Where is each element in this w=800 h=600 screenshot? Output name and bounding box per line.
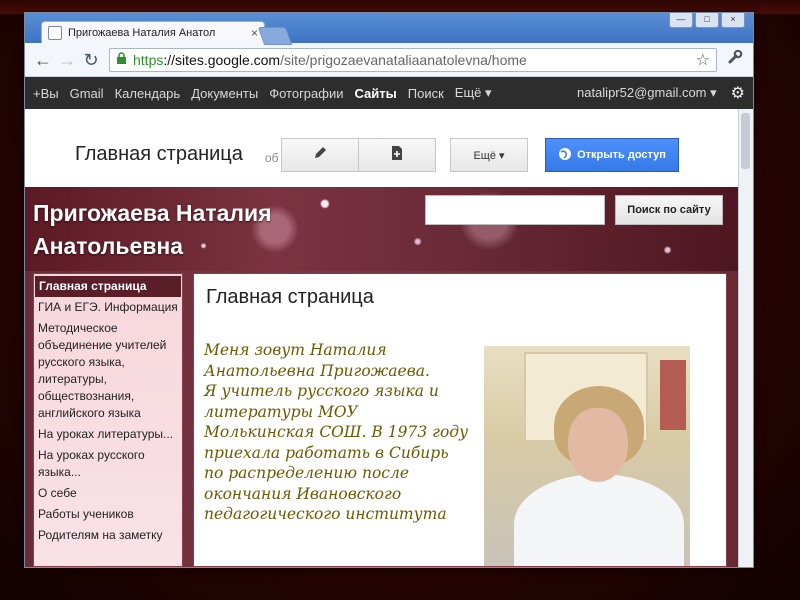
photo-person-face	[568, 408, 628, 482]
gbar-search[interactable]: Поиск	[408, 86, 444, 101]
photo-person-body	[514, 474, 684, 566]
gbar-calendar[interactable]: Календарь	[115, 86, 181, 101]
lock-icon	[116, 51, 127, 68]
sites-page: Главная страница об Ещё ▾ Открыть доступ…	[25, 109, 739, 567]
site-title[interactable]: Пригожаева Наталия Анатольевна	[33, 197, 272, 263]
sidebar-item-about[interactable]: О себе	[34, 483, 182, 504]
new-page-button[interactable]	[359, 138, 436, 172]
maximize-button[interactable]: □	[695, 13, 719, 28]
sidebar-item-home[interactable]: Главная страница	[35, 276, 181, 297]
url-path: /site/prigozaevanataliaanatolevna/home	[280, 51, 527, 68]
edit-button-group	[281, 138, 436, 172]
sidebar-item-literature-lessons[interactable]: На уроках литературы...	[34, 424, 182, 445]
window-controls: — □ ×	[669, 13, 745, 28]
sidebar-item-methodical-association[interactable]: Методическое объединение учителей русско…	[34, 318, 182, 424]
new-tab-button[interactable]	[257, 27, 293, 45]
page-title: Главная страница	[75, 143, 243, 165]
account-email[interactable]: natalipr52@gmail.com ▾	[577, 85, 717, 101]
site-search-input[interactable]	[425, 195, 605, 225]
sites-toolbar: Главная страница об Ещё ▾ Открыть доступ	[25, 109, 739, 187]
content-area: Главная страница ГИА и ЕГЭ. Информация М…	[25, 271, 739, 567]
intro-text: Меня зовут Наталия Анатольевна Пригожаев…	[204, 341, 469, 523]
url-host: ://sites.google.com	[163, 51, 281, 68]
browser-toolbar: ← → ↻ https ://sites.google.com /site/pr…	[25, 43, 753, 77]
page-title-truncated: об	[265, 151, 279, 165]
tab-title: Пригожаева Наталия Анатол	[68, 26, 216, 39]
photo-background-poster	[660, 360, 686, 430]
star-icon[interactable]: ☆	[696, 50, 710, 70]
gbar-photos[interactable]: Фотографии	[269, 86, 343, 101]
site-title-line-2: Анатольевна	[33, 233, 184, 259]
gbar-documents[interactable]: Документы	[191, 86, 258, 101]
main-content: Главная страница Меня зовут Наталия Анат…	[193, 273, 727, 567]
gbar-plus-you[interactable]: +Вы	[33, 86, 59, 101]
globe-icon	[558, 147, 572, 164]
edit-page-button[interactable]	[281, 138, 359, 172]
gbar-more[interactable]: Ещё ▾	[455, 85, 492, 101]
minimize-button[interactable]: —	[669, 13, 693, 28]
pencil-icon	[313, 146, 327, 164]
sidebar-item-student-works[interactable]: Работы учеников	[34, 504, 182, 525]
gbar-gmail[interactable]: Gmail	[70, 86, 104, 101]
page-scrollbar[interactable]	[738, 109, 753, 567]
close-window-button[interactable]: ×	[721, 13, 745, 28]
sidebar-item-exams[interactable]: ГИА и ЕГЭ. Информация	[34, 297, 182, 318]
more-actions-button[interactable]: Ещё ▾	[450, 138, 528, 172]
share-button-label: Открыть доступ	[577, 149, 666, 161]
gear-icon[interactable]: ⚙	[731, 83, 745, 103]
site-banner: Пригожаева Наталия Анатольевна Поиск по …	[25, 187, 739, 271]
sidebar-item-for-parents[interactable]: Родителям на заметку	[34, 525, 182, 546]
teacher-photo	[484, 346, 690, 566]
url-scheme: https	[133, 51, 164, 68]
share-button[interactable]: Открыть доступ	[545, 138, 679, 172]
browser-titlebar: Пригожаева Наталия Анатол × — □ ×	[25, 13, 753, 45]
sidebar-navigation: Главная страница ГИА и ЕГЭ. Информация М…	[33, 273, 183, 567]
back-button[interactable]: ←	[31, 48, 55, 72]
sites-favicon-icon	[48, 25, 62, 40]
site-title-line-1: Пригожаева Наталия	[33, 200, 272, 226]
close-tab-icon[interactable]: ×	[251, 26, 258, 40]
sidebar-item-russian-lessons[interactable]: На уроках русского языка...	[34, 445, 182, 483]
site-search-button[interactable]: Поиск по сайту	[615, 195, 723, 225]
forward-button[interactable]: →	[55, 48, 79, 72]
gbar-sites[interactable]: Сайты	[355, 86, 397, 101]
google-bar: +Вы Gmail Календарь Документы Фотографии…	[25, 77, 753, 109]
wrench-icon[interactable]	[723, 49, 747, 70]
reload-button[interactable]: ↻	[79, 48, 103, 72]
address-bar[interactable]: https ://sites.google.com /site/prigozae…	[109, 47, 717, 72]
new-page-icon	[391, 146, 403, 164]
scrollbar-thumb[interactable]	[741, 113, 750, 169]
content-title: Главная страница	[206, 286, 374, 308]
browser-tab[interactable]: Пригожаева Наталия Анатол ×	[41, 21, 265, 43]
browser-window: Пригожаева Наталия Анатол × — □ × ← → ↻ …	[24, 12, 754, 568]
